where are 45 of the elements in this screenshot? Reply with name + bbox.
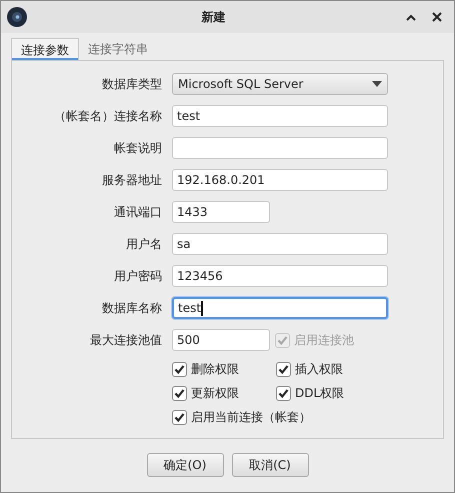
dropdown-caret-icon: [372, 81, 382, 87]
field-label: 数据库名称: [101, 300, 163, 317]
window-title: 新建: [200, 9, 226, 26]
checkbox[interactable]: [172, 362, 187, 376]
dialog-button[interactable]: 取消(C): [232, 453, 308, 477]
text-cursor: [201, 300, 204, 316]
checkbox-label: 启用连接池: [294, 332, 354, 349]
app-logo-icon: [7, 7, 27, 27]
check-icon: [174, 412, 185, 422]
tab[interactable]: 连接字符串: [79, 38, 157, 60]
close-icon: [432, 12, 442, 22]
field-label: 数据库类型: [101, 76, 163, 93]
field-label: （帐套名）连接名称: [53, 108, 163, 125]
input-field[interactable]: test: [172, 105, 388, 127]
checkbox-label: 插入权限: [295, 361, 343, 378]
input-field[interactable]: 500: [172, 329, 270, 351]
field-label: 服务器地址: [101, 172, 163, 189]
checkbox[interactable]: [172, 386, 187, 400]
field-label: 通讯端口: [113, 204, 163, 221]
checkbox-label: DDL权限: [295, 385, 344, 402]
check-icon: [174, 388, 185, 398]
check-icon: [277, 334, 288, 346]
check-icon: [278, 388, 289, 398]
checkbox[interactable]: [276, 386, 291, 400]
checkbox-label: 启用当前连接（帐套）: [191, 409, 311, 426]
input-field[interactable]: sa: [172, 233, 388, 255]
input-field[interactable]: [172, 137, 388, 159]
checkbox-label: 删除权限: [191, 361, 239, 378]
database-type-dropdown[interactable]: Microsoft SQL Server: [172, 73, 388, 95]
field-label: 用户密码: [113, 268, 163, 285]
input-field[interactable]: test: [172, 297, 388, 319]
tab[interactable]: 连接参数: [11, 38, 79, 60]
checkbox-label: 更新权限: [191, 385, 239, 402]
checkbox[interactable]: [172, 410, 187, 424]
field-label: 最大连接池值: [89, 332, 163, 349]
field-label: 帐套说明: [113, 140, 163, 157]
check-icon: [174, 364, 185, 374]
input-field[interactable]: 192.168.0.201: [172, 169, 388, 191]
dialog-button[interactable]: 确定(O): [146, 453, 224, 477]
input-field[interactable]: 1433: [172, 201, 270, 223]
input-field[interactable]: 123456: [172, 265, 388, 287]
check-icon: [278, 364, 289, 374]
field-label: 用户名: [125, 236, 163, 253]
caret-up-icon: [406, 14, 416, 20]
checkbox[interactable]: [276, 362, 291, 376]
